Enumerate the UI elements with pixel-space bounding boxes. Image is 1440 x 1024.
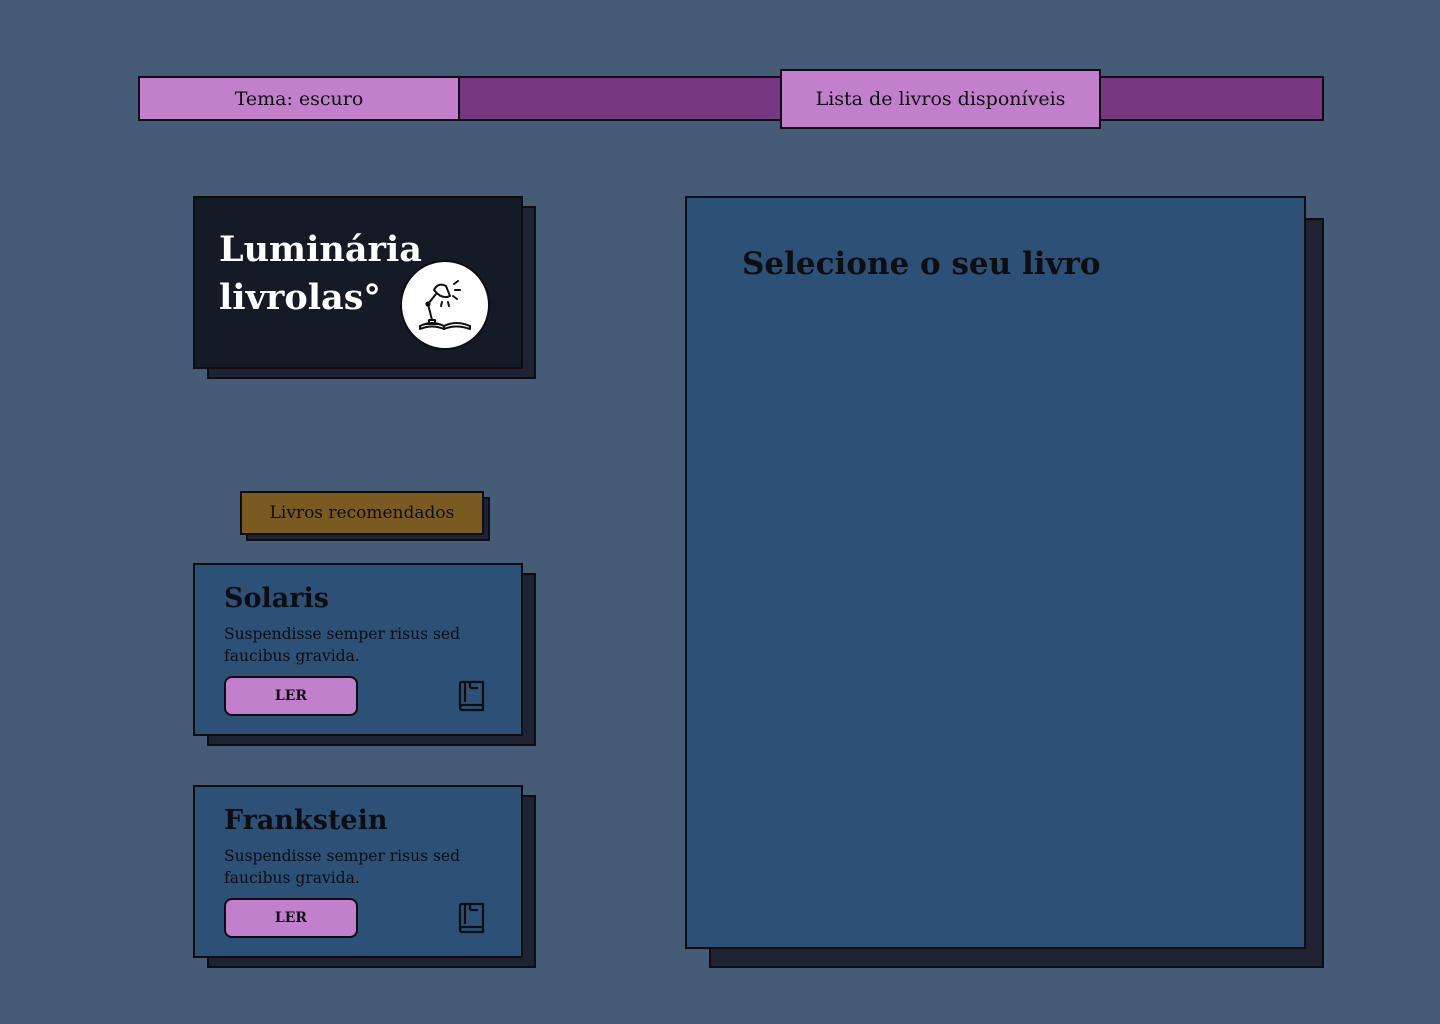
nav-segment-empty-right: [1099, 76, 1324, 121]
book-title: Frankstein: [224, 805, 388, 836]
book-title: Solaris: [224, 583, 329, 614]
theme-toggle-button[interactable]: Tema: escuro: [138, 76, 460, 121]
panel-title: Selecione o seu livro: [742, 246, 1101, 282]
books-list-tab[interactable]: Lista de livros disponíveis: [780, 69, 1101, 129]
read-button[interactable]: LER: [224, 676, 358, 716]
recommended-books-heading: Livros recomendados: [240, 491, 484, 535]
logo-badge: [400, 260, 490, 350]
book-icon[interactable]: [456, 902, 486, 934]
read-button-label: LER: [274, 688, 308, 704]
logo-card: Luminária livrolas°: [193, 196, 523, 369]
recommended-books-label: Livros recomendados: [269, 503, 455, 523]
book-description: Suspendisse semper risus sed faucibus gr…: [224, 847, 461, 887]
book-card-frankstein: Frankstein Suspendisse semper risus sed …: [193, 785, 523, 958]
book-card-solaris: Solaris Suspendisse semper risus sed fau…: [193, 563, 523, 736]
logo-title-line-1: Luminária: [219, 229, 422, 270]
logo-title: Luminária livrolas°: [219, 226, 422, 322]
read-button-label: LER: [274, 910, 308, 926]
logo-title-line-2: livrolas°: [219, 277, 381, 318]
desk-lamp-icon: [419, 280, 471, 330]
books-list-label: Lista de livros disponíveis: [815, 88, 1066, 110]
read-button[interactable]: LER: [224, 898, 358, 938]
book-icon[interactable]: [456, 680, 486, 712]
book-description: Suspendisse semper risus sed faucibus gr…: [224, 625, 461, 665]
nav-segment-empty-left: [458, 76, 782, 121]
book-selection-panel: Selecione o seu livro: [685, 196, 1306, 949]
theme-toggle-label: Tema: escuro: [234, 87, 364, 110]
